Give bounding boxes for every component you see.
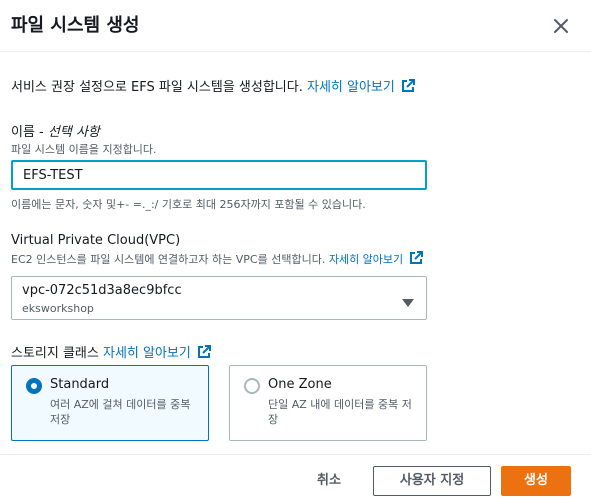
cancel-button[interactable]: 취소 bbox=[306, 468, 352, 494]
option-description: 단일 AZ 내에 데이터를 중복 저장 bbox=[268, 398, 412, 426]
vpc-selected-value: vpc-072c51d3a8ec9bfcc bbox=[22, 283, 182, 298]
option-title: Standard bbox=[50, 377, 110, 392]
external-link-icon[interactable] bbox=[401, 79, 415, 97]
create-button[interactable]: 생성 bbox=[501, 466, 571, 496]
footer-divider bbox=[0, 454, 591, 455]
external-link-icon[interactable] bbox=[409, 251, 424, 268]
storage-learn-more-link[interactable]: 자세히 알아보기 bbox=[103, 346, 191, 361]
vpc-selected-name: eksworkshop bbox=[22, 302, 94, 315]
intro-learn-more-link[interactable]: 자세히 알아보기 bbox=[307, 80, 395, 95]
storage-class-label-text: 스토리지 클래스 bbox=[11, 346, 99, 361]
vpc-select[interactable]: vpc-072c51d3a8ec9bfcc eksworkshop bbox=[11, 276, 427, 320]
name-label-text: 이름 - bbox=[11, 125, 48, 140]
intro-text: 서비스 권장 설정으로 EFS 파일 시스템을 생성합니다. 자세히 알아보기 bbox=[11, 76, 415, 97]
name-field-label: 이름 - 선택 사항 bbox=[11, 121, 100, 140]
name-optional-text: 선택 사항 bbox=[47, 125, 100, 140]
storage-option-one-zone[interactable]: One Zone 단일 AZ 내에 데이터를 중복 저장 bbox=[229, 365, 427, 441]
vpc-field-label: Virtual Private Cloud(VPC) bbox=[11, 233, 181, 248]
vpc-field-description: EC2 인스턴스를 파일 시스템에 연결하고자 하는 VPC를 선택합니다. 자… bbox=[11, 251, 424, 268]
external-link-icon[interactable] bbox=[197, 345, 211, 363]
dialog-header: 파일 시스템 생성 bbox=[0, 0, 591, 52]
radio-unselected[interactable] bbox=[244, 378, 260, 394]
vpc-description-text: EC2 인스턴스를 파일 시스템에 연결하고자 하는 VPC를 선택합니다. bbox=[11, 253, 326, 266]
name-field-description: 파일 시스템 이름을 지정합니다. bbox=[11, 143, 157, 156]
name-constraint-text: 이름에는 문자, 숫자 및+- =._:/ 기호로 최대 256자까지 포함될 … bbox=[11, 198, 366, 211]
option-description: 여러 AZ에 걸쳐 데이터를 중복 저장 bbox=[50, 398, 191, 426]
option-title: One Zone bbox=[268, 377, 332, 392]
vpc-learn-more-link[interactable]: 자세히 알아보기 bbox=[329, 253, 403, 266]
dialog-title: 파일 시스템 생성 bbox=[11, 15, 140, 36]
caret-down-icon bbox=[401, 293, 415, 312]
customize-button[interactable]: 사용자 지정 bbox=[373, 466, 491, 496]
radio-selected[interactable] bbox=[26, 378, 42, 394]
storage-option-standard[interactable]: Standard 여러 AZ에 걸쳐 데이터를 중복 저장 bbox=[11, 365, 209, 441]
storage-class-label: 스토리지 클래스 자세히 알아보기 bbox=[11, 342, 211, 363]
intro-description: 서비스 권장 설정으로 EFS 파일 시스템을 생성합니다. bbox=[11, 80, 303, 95]
name-input[interactable] bbox=[11, 160, 427, 190]
close-icon[interactable] bbox=[551, 16, 571, 36]
